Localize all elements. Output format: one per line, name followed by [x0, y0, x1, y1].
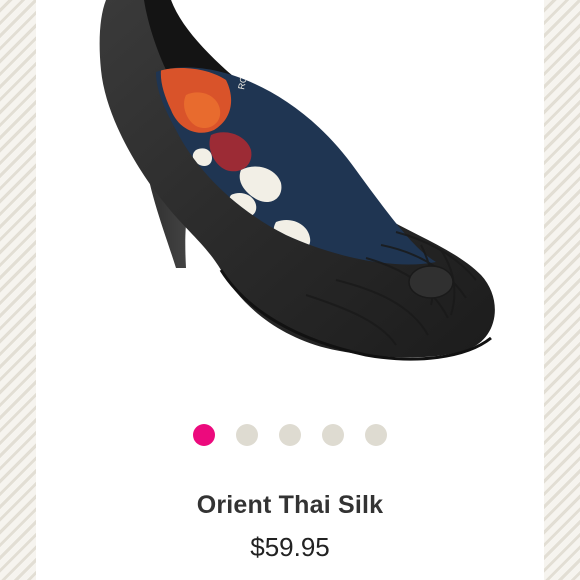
toe-knot-center [408, 265, 454, 299]
product-image[interactable]: ROCKET DOG [36, 0, 544, 400]
carousel-dot-4[interactable] [322, 424, 344, 446]
product-name: Orient Thai Silk [196, 491, 384, 519]
insole-brand-text: ROCKET DOG [236, 29, 258, 90]
carousel-dot-2[interactable] [236, 424, 258, 446]
carousel-dot-1[interactable] [193, 424, 215, 446]
carousel-dots [36, 424, 544, 446]
product-card: ROCKET DOG Orient Thai Silk $59.95 [36, 0, 544, 580]
carousel-dot-3[interactable] [279, 424, 301, 446]
product-price: $59.95 [250, 532, 330, 562]
carousel-dot-5[interactable] [365, 424, 387, 446]
right-border-pattern [544, 0, 580, 580]
left-border-pattern [0, 0, 36, 580]
